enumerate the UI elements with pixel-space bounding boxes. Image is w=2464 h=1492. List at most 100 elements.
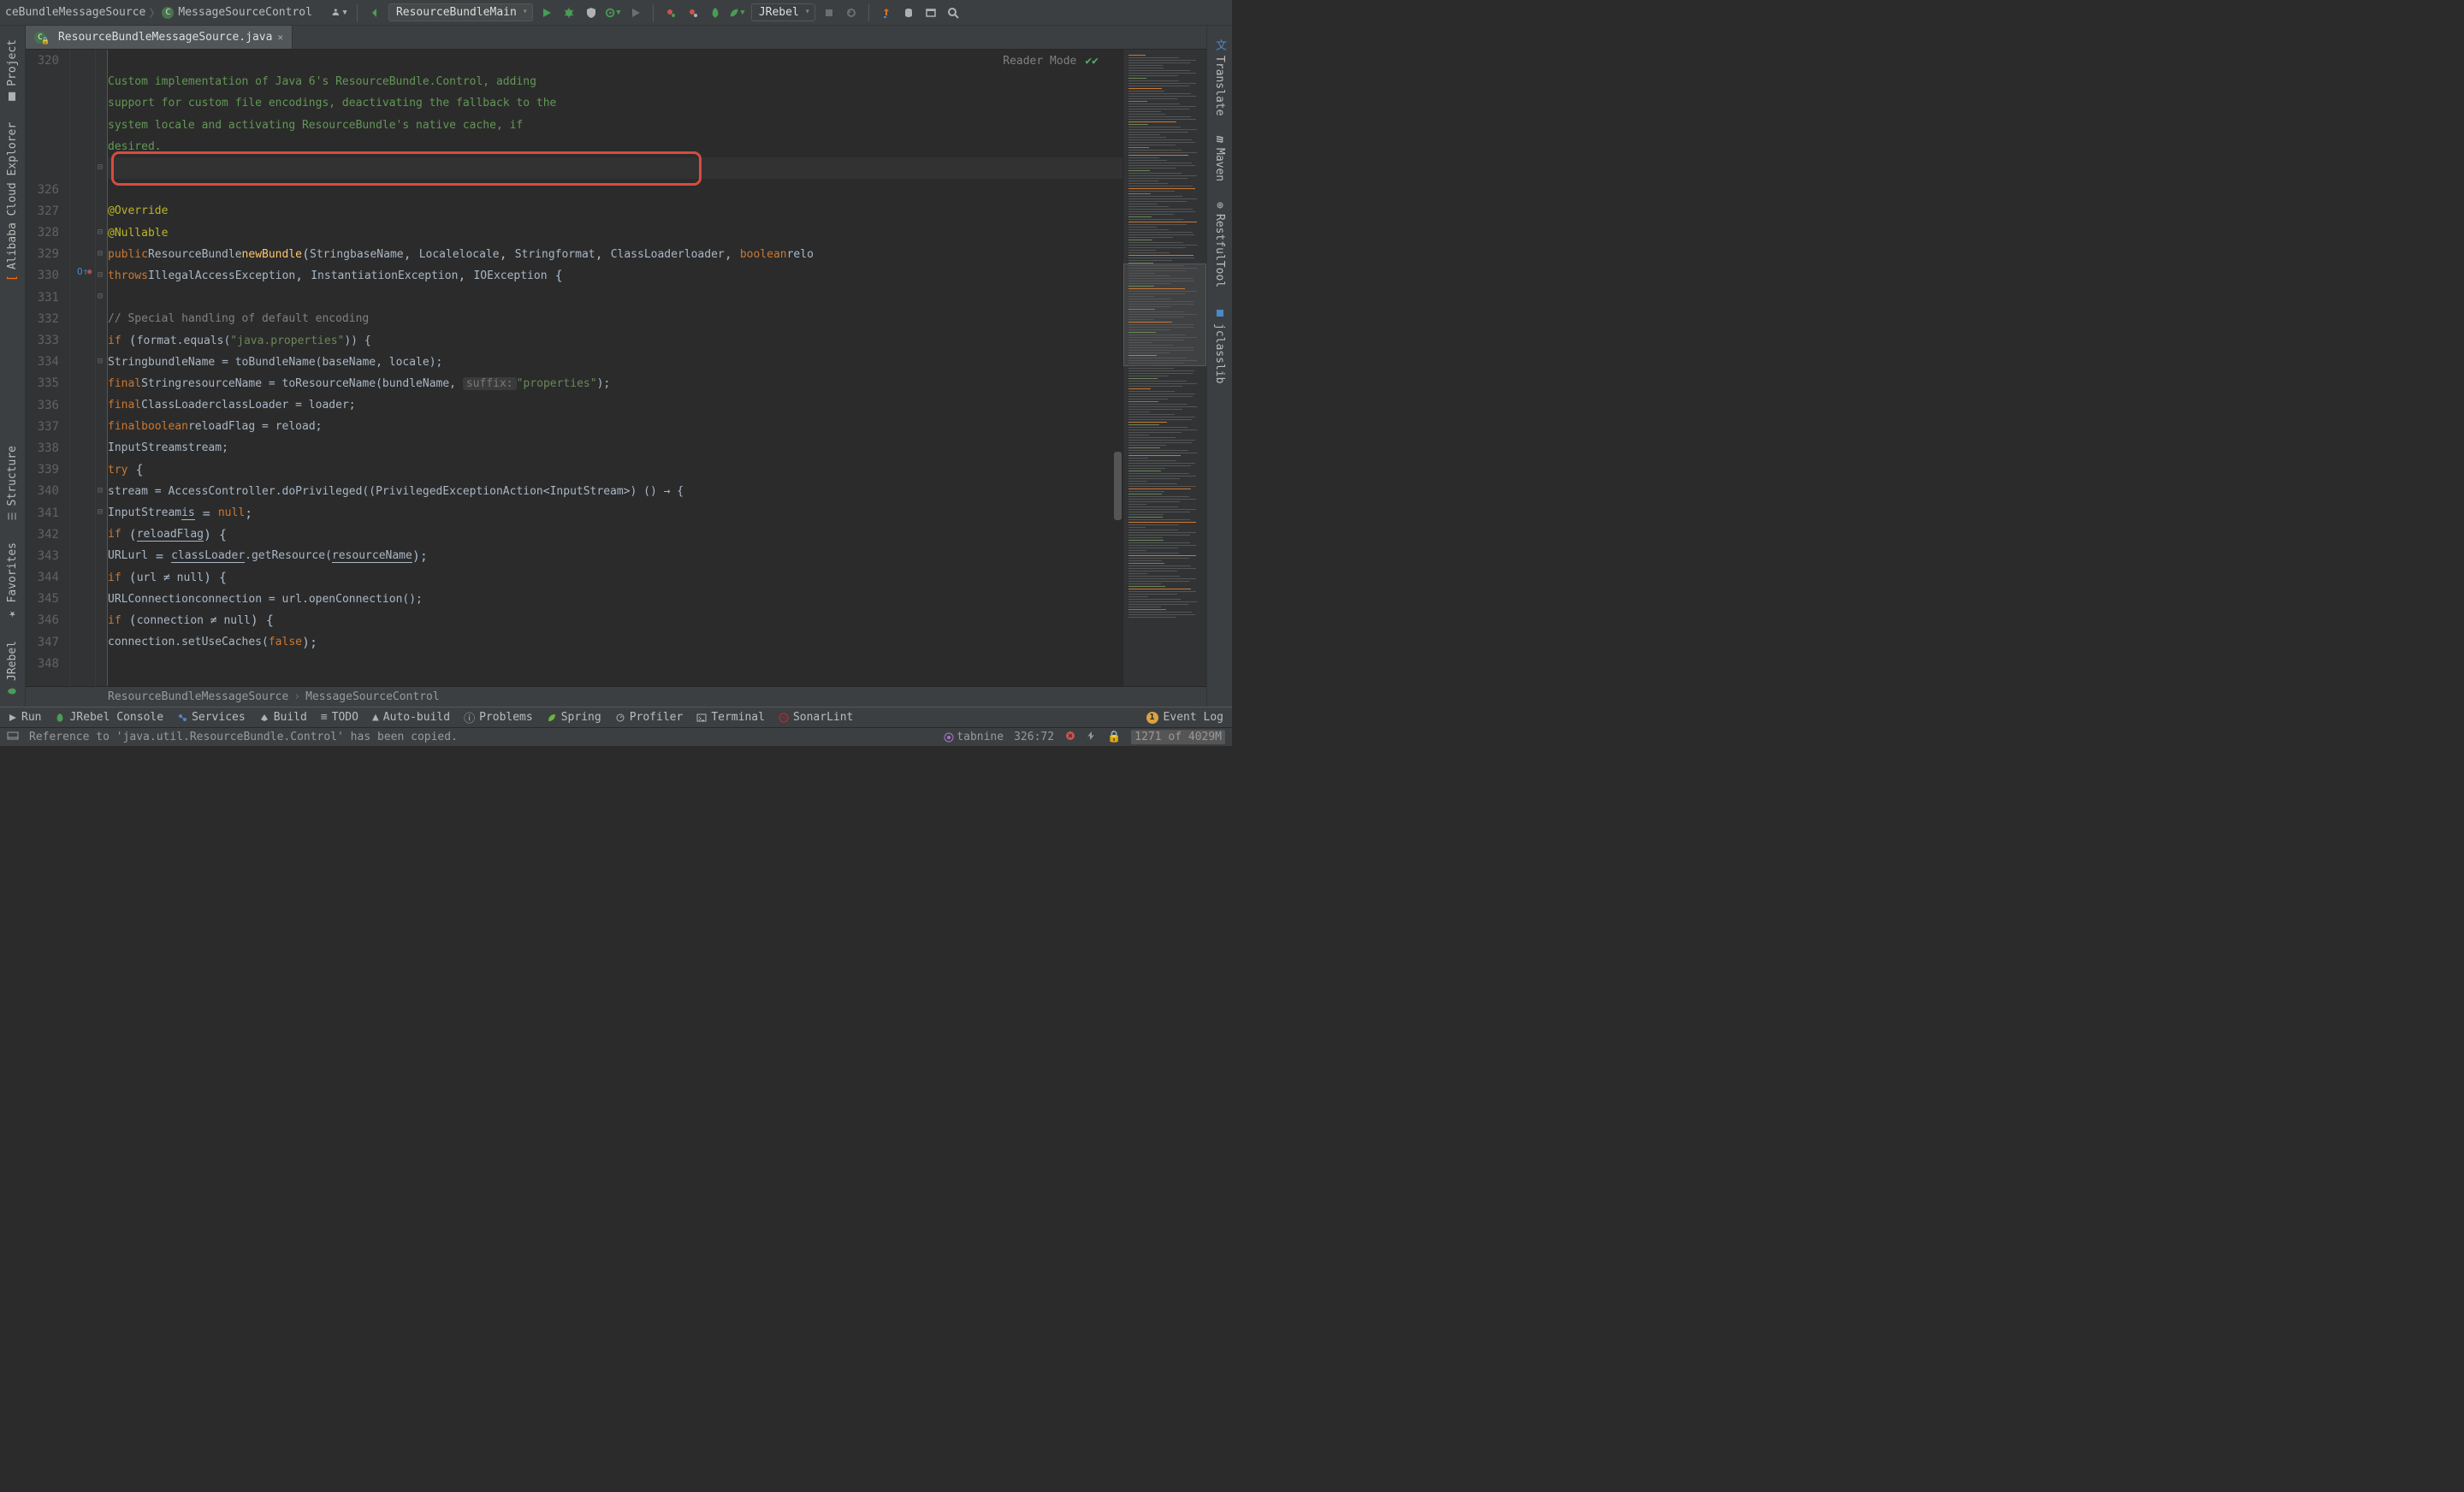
line-number[interactable]: 320	[26, 50, 69, 71]
todo-tool[interactable]: ≡TODO	[321, 711, 358, 724]
jrebel-rocket-icon[interactable]	[707, 4, 724, 21]
line-number[interactable]	[26, 674, 69, 686]
run-with-icon[interactable]: ▾	[605, 4, 622, 21]
structure-tool[interactable]: Structure	[6, 435, 19, 531]
scrollbar[interactable]	[1113, 50, 1122, 686]
line-number[interactable]: 329	[26, 244, 69, 265]
line-number[interactable]	[26, 157, 69, 179]
run-anything-icon[interactable]	[627, 4, 644, 21]
line-number[interactable]: 340	[26, 481, 69, 502]
run-icon[interactable]	[538, 4, 555, 21]
fold-icon[interactable]: ⊟	[98, 357, 103, 366]
status-icon[interactable]	[7, 730, 19, 745]
line-number[interactable]: 330	[26, 265, 69, 287]
minimap-viewport[interactable]	[1123, 263, 1206, 366]
fold-icon[interactable]: ⊟	[98, 507, 103, 517]
run-tool[interactable]: Run	[9, 711, 41, 724]
line-number[interactable]: 347	[26, 631, 69, 653]
line-number[interactable]: 344	[26, 567, 69, 589]
close-icon[interactable]: ✕	[277, 32, 283, 43]
line-number[interactable]: 327	[26, 200, 69, 222]
jrebel-debug-icon[interactable]	[684, 4, 702, 21]
line-number[interactable]: 341	[26, 502, 69, 524]
maven-tool[interactable]: mMaven	[1213, 126, 1226, 192]
line-number[interactable]	[26, 71, 69, 92]
translate-tool[interactable]: 文Translate	[1211, 29, 1228, 126]
search-icon[interactable]	[945, 4, 962, 21]
line-number[interactable]: 332	[26, 308, 69, 329]
line-number[interactable]: 337	[26, 416, 69, 437]
alibaba-tool[interactable]: [Alibaba Cloud Explorer	[6, 112, 19, 292]
power-save-icon[interactable]	[1087, 731, 1097, 744]
fold-icon[interactable]: ⊟	[98, 163, 103, 172]
fold-icon[interactable]: ⊟	[98, 249, 103, 258]
back-arrow-icon[interactable]	[366, 4, 383, 21]
jrebel-console-tool[interactable]: JRebel Console	[55, 711, 163, 724]
line-number[interactable]: 348	[26, 653, 69, 674]
git-update-icon[interactable]	[878, 4, 895, 21]
favorites-tool[interactable]: ★Favorites	[6, 532, 19, 631]
memory-indicator[interactable]: 1271 of 4029M	[1131, 730, 1225, 744]
jrebel-tool[interactable]: JRebel	[6, 631, 19, 707]
spring-tool[interactable]: Spring	[547, 711, 601, 724]
fold-icon[interactable]: ⊟	[98, 228, 103, 237]
breadcrumb[interactable]: ceBundleMessageSource 〉 C MessageSourceC…	[3, 4, 314, 21]
lock-icon[interactable]: 🔒	[1107, 731, 1121, 743]
users-icon[interactable]: ▾	[331, 4, 348, 21]
services-tool[interactable]: Services	[177, 711, 246, 724]
fold-icon[interactable]: ⊟	[98, 292, 103, 301]
line-number[interactable]: 326	[26, 179, 69, 200]
tabnine-widget[interactable]: tabnine	[944, 731, 1004, 743]
minimap[interactable]	[1122, 50, 1206, 686]
line-number[interactable]: 343	[26, 545, 69, 566]
line-number[interactable]	[26, 136, 69, 157]
reload-icon[interactable]	[843, 4, 860, 21]
jrebel-leaf-icon[interactable]: ▾	[729, 4, 746, 21]
bc-item[interactable]: ResourceBundleMessageSource	[108, 690, 288, 703]
debug-icon[interactable]	[560, 4, 578, 21]
line-number[interactable]	[26, 92, 69, 114]
line-number[interactable]: 333	[26, 329, 69, 351]
fold-icon[interactable]: ⊟	[98, 486, 103, 495]
line-number[interactable]: 328	[26, 222, 69, 244]
jclasslib-tool[interactable]: jclasslib	[1213, 298, 1226, 394]
event-log-tool[interactable]: 1Event Log	[1146, 711, 1223, 724]
problems-tool[interactable]: ⓘProblems	[464, 709, 533, 725]
bottom-breadcrumb[interactable]: ResourceBundleMessageSource › MessageSou…	[26, 686, 1206, 707]
line-number[interactable]: 345	[26, 589, 69, 610]
breadcrumb-1[interactable]: ceBundleMessageSource	[3, 6, 147, 19]
restful-tool[interactable]: ⊕RestfulTool	[1213, 192, 1226, 298]
caret-position[interactable]: 326:72	[1014, 731, 1054, 743]
method: newBundle	[242, 248, 302, 261]
fold-icon[interactable]: ⊟	[98, 270, 103, 280]
profiler-tool[interactable]: Profiler	[615, 711, 684, 724]
terminal-tool[interactable]: Terminal	[696, 711, 765, 724]
autobuild-tool[interactable]: ▲Auto-build	[372, 711, 450, 724]
line-number[interactable]: 346	[26, 610, 69, 631]
build-tool[interactable]: Build	[259, 711, 307, 724]
breakpoint-icon[interactable]: ◉	[87, 268, 92, 276]
breadcrumb-2[interactable]: MessageSourceControl	[176, 6, 314, 19]
sonarlint-tool[interactable]: SonarLint	[779, 711, 853, 724]
line-number[interactable]: 336	[26, 394, 69, 416]
stop-icon[interactable]	[820, 4, 838, 21]
bc-item[interactable]: MessageSourceControl	[305, 690, 440, 703]
line-number[interactable]	[26, 115, 69, 136]
line-number[interactable]: 334	[26, 352, 69, 373]
run-config-selector[interactable]: ResourceBundleMain	[388, 3, 533, 21]
jrebel-selector[interactable]: JRebel	[751, 3, 815, 21]
project-tool[interactable]: Project	[6, 29, 19, 112]
jrebel-run-icon[interactable]	[662, 4, 679, 21]
line-number[interactable]: 331	[26, 287, 69, 308]
line-number[interactable]: 339	[26, 459, 69, 481]
window-icon[interactable]	[922, 4, 939, 21]
line-number[interactable]: 335	[26, 373, 69, 394]
database-icon[interactable]	[900, 4, 917, 21]
tab-active[interactable]: C 🔒 ResourceBundleMessageSource.java ✕	[26, 26, 293, 49]
code-area[interactable]: Reader Mode ✔✔ Custom implementation of …	[108, 50, 1122, 686]
reader-mode-indicator[interactable]: Reader Mode ✔✔	[1003, 55, 1099, 68]
line-number[interactable]: 342	[26, 524, 69, 545]
coverage-icon[interactable]	[583, 4, 600, 21]
notifications-icon[interactable]	[1064, 730, 1076, 745]
line-number[interactable]: 338	[26, 437, 69, 459]
